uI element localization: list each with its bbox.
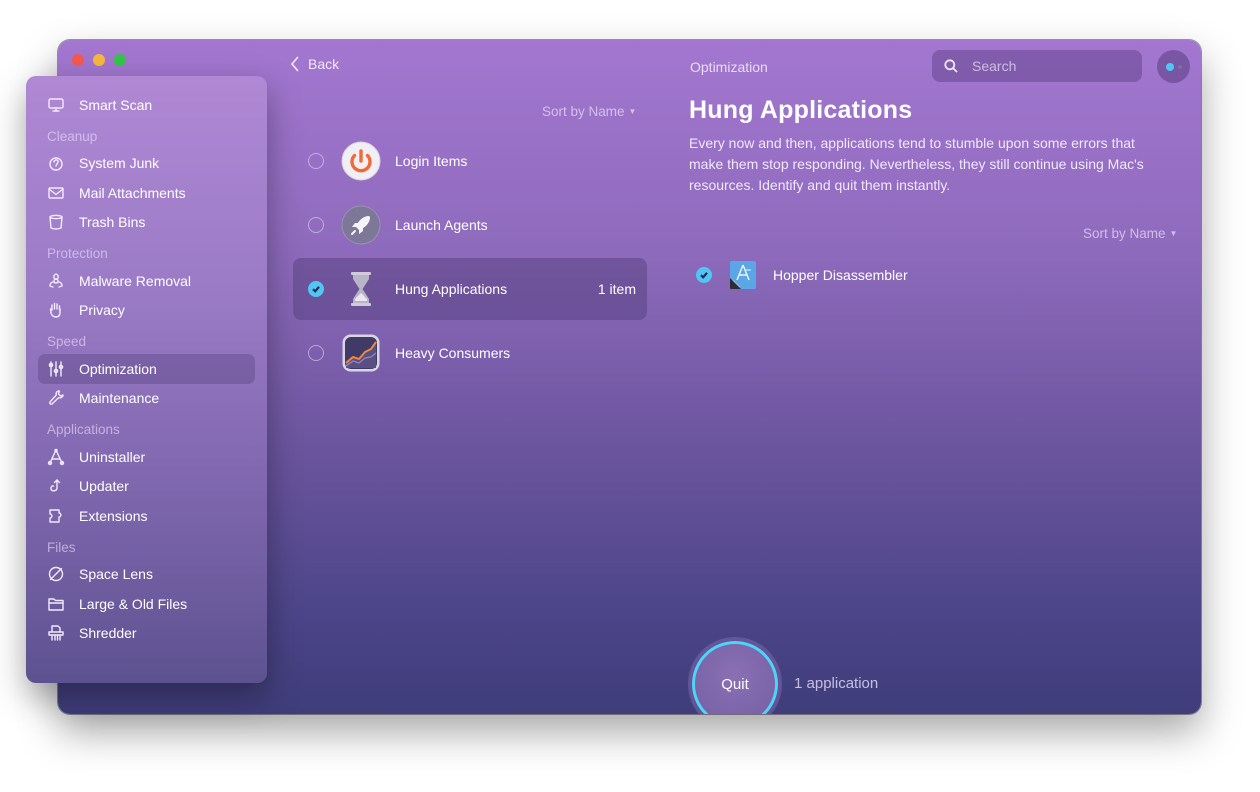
sidebar-section-protection: Protection xyxy=(47,246,108,261)
sidebar-item-label: Shredder xyxy=(79,625,137,642)
biohazard-icon xyxy=(46,271,66,291)
chevron-left-icon xyxy=(290,56,299,72)
updater-icon xyxy=(46,476,66,496)
sidebar-item-optimization[interactable]: Optimization xyxy=(38,354,255,384)
hand-icon xyxy=(46,300,66,320)
sort-label: Sort by Name xyxy=(1083,226,1166,241)
sidebar-item-smart-scan[interactable]: Smart Scan xyxy=(38,90,255,120)
selected-apps-count: 1 application xyxy=(794,675,879,692)
sidebar-item-label: Smart Scan xyxy=(79,96,153,113)
detail-description: Every now and then, applications tend to… xyxy=(689,135,1144,193)
search-icon xyxy=(944,59,958,73)
checkmark-icon xyxy=(700,272,708,279)
sidebar-item-label: Trash Bins xyxy=(79,214,146,231)
sidebar-item-trash-bins[interactable]: Trash Bins xyxy=(38,208,255,238)
monitor-icon xyxy=(46,95,66,115)
chart-icon xyxy=(342,334,380,372)
checkbox-heavy-consumers[interactable] xyxy=(308,345,324,361)
sidebar-item-label: Malware Removal xyxy=(79,272,192,289)
wrench-icon xyxy=(46,388,66,408)
checkbox-hopper-disassembler[interactable] xyxy=(696,267,712,283)
sidebar-item-malware-removal[interactable]: Malware Removal xyxy=(38,266,255,296)
sidebar-section-cleanup: Cleanup xyxy=(47,128,98,144)
sidebar-item-label: Updater xyxy=(79,478,129,495)
sidebar-item-shredder[interactable]: Shredder xyxy=(38,619,255,649)
zoom-window-button[interactable] xyxy=(114,54,126,66)
close-window-button[interactable] xyxy=(72,54,84,66)
detail-title: Hung Applications xyxy=(689,96,913,124)
app-item-hopper-disassembler[interactable]: Hopper Disassembler xyxy=(696,260,908,290)
checkbox-hung-applications[interactable] xyxy=(308,281,324,297)
sidebar-section-files: Files xyxy=(47,539,76,555)
caret-down-icon: ▼ xyxy=(1169,229,1178,238)
uninstaller-icon xyxy=(46,447,66,467)
list-item-launch-agents[interactable]: Launch Agents xyxy=(293,194,647,256)
junk-icon xyxy=(46,153,66,173)
assistant-dot-icon xyxy=(1165,62,1174,71)
quit-button[interactable]: Quit xyxy=(692,641,778,714)
sidebar-item-label: Maintenance xyxy=(79,390,160,407)
sidebar-item-label: Optimization xyxy=(79,360,157,377)
list-item-login-items[interactable]: Login Items xyxy=(293,130,647,192)
trash-icon xyxy=(46,212,66,232)
list-item-label: Heavy Consumers xyxy=(395,345,511,361)
sidebar-item-label: Large & Old Files xyxy=(79,595,188,612)
sidebar-item-privacy[interactable]: Privacy xyxy=(38,296,255,326)
window-title: Optimization xyxy=(690,59,768,75)
folder-icon xyxy=(46,594,66,614)
sort-label: Sort by Name xyxy=(542,104,625,119)
sidebar-section-applications: Applications xyxy=(47,422,120,437)
checkbox-login-items[interactable] xyxy=(308,153,324,169)
sort-by-name-dropdown[interactable]: Sort by Name ▼ xyxy=(542,104,636,119)
sidebar-item-label: Privacy xyxy=(79,302,125,319)
sidebar-item-space-lens[interactable]: Space Lens xyxy=(38,560,255,590)
sliders-icon xyxy=(46,359,66,379)
sidebar-section-speed: Speed xyxy=(47,334,87,349)
checkmark-icon xyxy=(312,286,320,293)
puzzle-icon xyxy=(46,506,66,526)
search-box[interactable] xyxy=(932,50,1142,82)
sidebar-item-label: Space Lens xyxy=(79,566,153,583)
optimization-list: Login Items Launch Agents Hung Applicati… xyxy=(293,130,647,386)
sidebar-item-system-junk[interactable]: System Junk xyxy=(38,149,255,179)
app-name: Hopper Disassembler xyxy=(773,267,908,283)
rocket-icon xyxy=(341,205,381,245)
sidebar-item-label: System Junk xyxy=(79,155,160,172)
sidebar-item-mail-attachments[interactable]: Mail Attachments xyxy=(38,178,255,208)
window-controls xyxy=(72,54,126,66)
mail-icon xyxy=(46,183,66,203)
back-button[interactable]: Back xyxy=(290,56,339,72)
minimize-window-button[interactable] xyxy=(93,54,105,66)
shredder-icon xyxy=(46,623,66,643)
sidebar-item-updater[interactable]: Updater xyxy=(38,472,255,502)
list-item-heavy-consumers[interactable]: Heavy Consumers xyxy=(293,322,647,384)
list-item-label: Hung Applications xyxy=(395,281,508,297)
list-item-hung-applications[interactable]: Hung Applications 1 item xyxy=(293,258,647,320)
power-icon xyxy=(341,141,381,181)
sidebar-item-extensions[interactable]: Extensions xyxy=(38,501,255,531)
sidebar-item-label: Mail Attachments xyxy=(79,184,186,201)
sidebar-item-large-old-files[interactable]: Large & Old Files xyxy=(38,589,255,619)
hopper-app-icon xyxy=(730,261,756,289)
sidebar-item-label: Uninstaller xyxy=(79,448,146,465)
hourglass-icon xyxy=(351,272,371,306)
sort-by-name-dropdown-apps[interactable]: Sort by Name ▼ xyxy=(1083,226,1177,241)
planet-icon xyxy=(46,564,66,584)
assistant-dot-small-icon xyxy=(1177,64,1182,69)
search-input[interactable] xyxy=(972,58,1122,74)
sidebar: Smart Scan Cleanup System Junk Mail Atta… xyxy=(26,76,267,683)
assistant-button[interactable] xyxy=(1157,50,1190,83)
back-label: Back xyxy=(308,56,340,72)
sidebar-item-uninstaller[interactable]: Uninstaller xyxy=(38,442,255,472)
checkbox-launch-agents[interactable] xyxy=(308,217,324,233)
caret-down-icon: ▼ xyxy=(628,107,637,116)
list-item-label: Launch Agents xyxy=(395,217,488,233)
list-item-count: 1 item xyxy=(597,281,636,297)
sidebar-item-maintenance[interactable]: Maintenance xyxy=(38,384,255,414)
list-item-label: Login Items xyxy=(395,153,468,169)
sidebar-item-label: Extensions xyxy=(79,507,148,524)
